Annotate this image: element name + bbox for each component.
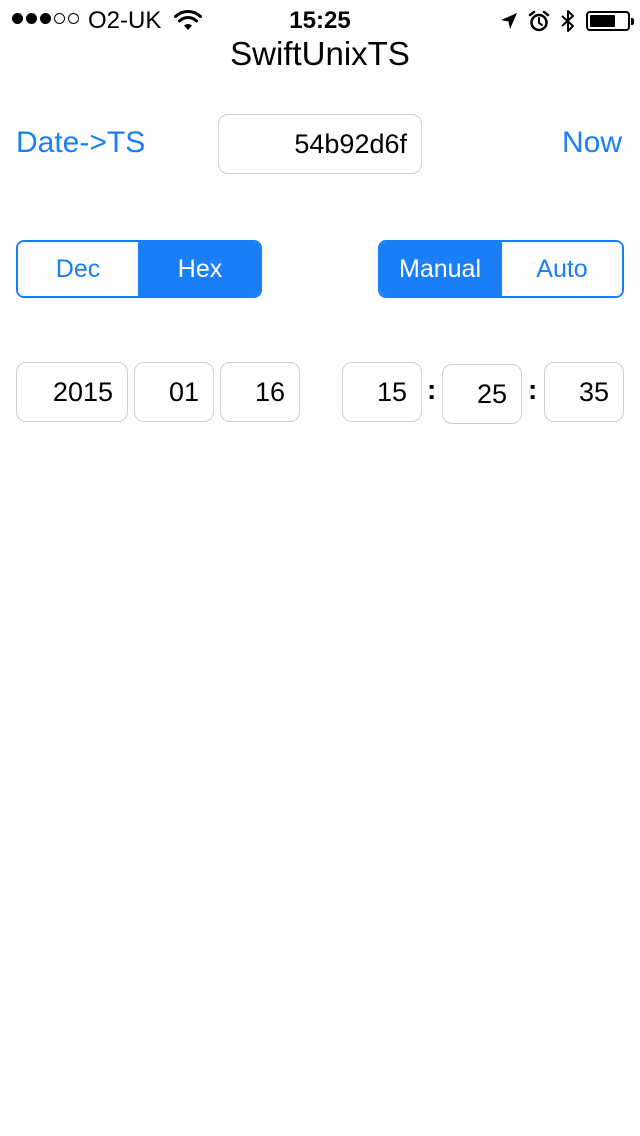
timestamp-input[interactable] (218, 114, 422, 174)
base-segmented-control: Dec Hex (16, 240, 262, 298)
location-arrow-icon (501, 13, 517, 29)
mode-segmented-control: Manual Auto (378, 240, 624, 298)
hour-input[interactable] (342, 362, 422, 422)
day-input[interactable] (220, 362, 300, 422)
time-separator: : (427, 374, 437, 405)
status-right-group (500, 8, 634, 34)
battery-icon (586, 11, 634, 31)
time-separator: : (528, 374, 538, 405)
segment-hex[interactable]: Hex (138, 242, 260, 296)
date-to-ts-button[interactable]: Date->TS (16, 123, 145, 163)
segment-manual[interactable]: Manual (380, 242, 500, 296)
page-title: SwiftUnixTS (230, 35, 410, 72)
month-input[interactable] (134, 362, 214, 422)
year-input[interactable] (16, 362, 128, 422)
segment-dec[interactable]: Dec (18, 242, 138, 296)
bluetooth-icon (561, 10, 574, 32)
battery-level-fill (590, 15, 615, 27)
now-button[interactable]: Now (562, 123, 622, 163)
segment-auto[interactable]: Auto (500, 242, 622, 296)
minute-input[interactable] (442, 364, 522, 424)
second-input[interactable] (544, 362, 624, 422)
alarm-icon (528, 10, 550, 32)
